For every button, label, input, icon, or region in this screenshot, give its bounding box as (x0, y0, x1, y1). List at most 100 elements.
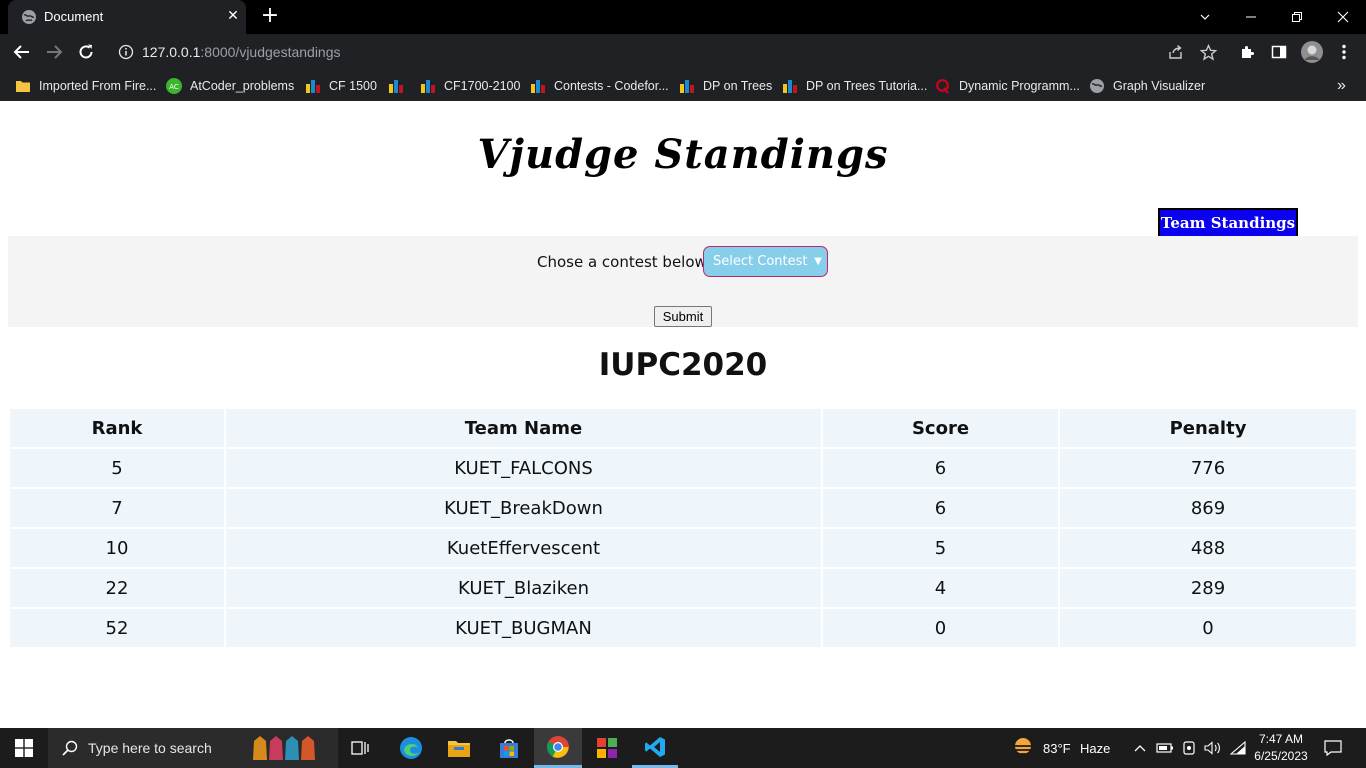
edge-icon[interactable] (388, 728, 434, 768)
bookmarks-bar: Imported From Fire... AC AtCoder_problem… (0, 70, 1366, 101)
bookmark-label: Contests - Codefor... (554, 79, 669, 93)
chevron-up-icon[interactable] (1132, 728, 1148, 768)
page-content: Vjudge Standings Team Standings Chose a … (0, 101, 1366, 728)
cell-score: 6 (823, 489, 1060, 527)
team-standings-button[interactable]: Team Standings (1158, 208, 1298, 238)
bookmark-dynamic-programming[interactable]: Dynamic Programm... (935, 76, 1080, 96)
file-explorer-icon[interactable] (436, 728, 482, 768)
table-row: 22 KUET_Blaziken 4 289 (10, 569, 1356, 609)
header-team-name: Team Name (226, 409, 823, 447)
microsoft-store-icon[interactable] (486, 728, 532, 768)
bookmark-dp-trees[interactable]: DP on Trees (679, 76, 772, 96)
clock-time: 7:47 AM (1258, 732, 1304, 746)
notifications-icon[interactable] (1320, 728, 1346, 768)
table-row: 10 KuetEffervescent 5 488 (10, 529, 1356, 569)
chrome-icon[interactable] (534, 728, 582, 768)
back-icon[interactable] (10, 40, 34, 64)
bookmark-cf-1700[interactable]: CF1700-2100 (420, 76, 520, 96)
address-bar[interactable]: 127.0.0.1:8000/vjudgestandings (108, 37, 1234, 67)
cell-rank: 22 (10, 569, 226, 607)
forward-icon[interactable] (42, 40, 66, 64)
weather-haze-icon[interactable] (1008, 728, 1038, 768)
profile-avatar[interactable] (1301, 41, 1323, 63)
browser-toolbar: 127.0.0.1:8000/vjudgestandings (0, 34, 1366, 70)
contest-title: IUPC2020 (598, 347, 768, 383)
bar-chart-icon (389, 80, 403, 93)
device-icon[interactable] (1180, 728, 1198, 768)
app-grid-icon[interactable] (584, 728, 630, 768)
bookmark-star-icon[interactable] (1198, 42, 1218, 62)
standings-table: Rank Team Name Score Penalty 5 KUET_FALC… (10, 409, 1356, 649)
windows-start-icon[interactable] (0, 728, 48, 768)
extensions-icon[interactable] (1237, 42, 1257, 62)
globe-icon (22, 10, 36, 24)
search-placeholder: Type here to search (88, 740, 212, 756)
share-icon[interactable] (1166, 42, 1186, 62)
browser-titlebar: Document ✕ + (0, 0, 1366, 34)
volume-icon[interactable] (1203, 728, 1223, 768)
bookmark-atcoder[interactable]: AC AtCoder_problems (166, 76, 294, 96)
contest-select[interactable]: Select Contest ▼ (703, 246, 828, 277)
submit-button[interactable]: Submit (654, 306, 712, 327)
bookmark-contests[interactable]: Contests - Codefor... (530, 76, 669, 96)
task-view-icon[interactable] (339, 728, 381, 768)
atcoder-icon: AC (166, 78, 182, 94)
table-row: 7 KUET_BreakDown 6 869 (10, 489, 1356, 529)
weather-desc[interactable]: Haze (1080, 728, 1110, 768)
bar-chart-icon (680, 80, 694, 93)
url-host: 127.0.0.1 (142, 44, 201, 60)
cell-score: 5 (823, 529, 1060, 567)
cell-team-name: KUET_BreakDown (226, 489, 823, 527)
new-tab-icon[interactable]: + (258, 5, 282, 29)
cell-score: 0 (823, 609, 1060, 647)
close-window-icon[interactable] (1320, 0, 1366, 34)
bar-chart-icon (421, 80, 435, 93)
bookmark-graph-visualizer[interactable]: Graph Visualizer (1089, 76, 1205, 96)
bookmark-label: CF1700-2100 (444, 79, 521, 93)
table-row: 5 KUET_FALCONS 6 776 (10, 449, 1356, 489)
vscode-icon[interactable] (632, 728, 678, 768)
search-highlight-icon (252, 736, 315, 760)
close-tab-icon[interactable]: ✕ (225, 8, 241, 24)
bookmark-label: CF 1500 (329, 79, 377, 93)
cell-team-name: KuetEffervescent (226, 529, 823, 567)
restore-icon[interactable] (1274, 0, 1320, 34)
cell-team-name: KUET_BUGMAN (226, 609, 823, 647)
battery-icon[interactable] (1155, 728, 1175, 768)
wifi-icon[interactable] (1228, 728, 1248, 768)
bookmark-imported[interactable]: Imported From Fire... (15, 76, 156, 96)
chrome-menu-icon[interactable] (1334, 42, 1354, 62)
url-text: 127.0.0.1:8000/vjudgestandings (142, 44, 341, 60)
bookmark-label: DP on Trees Tutoria... (806, 79, 928, 93)
reload-icon[interactable] (74, 40, 98, 64)
cell-team-name: KUET_Blaziken (226, 569, 823, 607)
contest-select-label: Chose a contest below (537, 253, 707, 271)
contest-form: Chose a contest below Select Contest ▼ S… (8, 236, 1358, 327)
table-header-row: Rank Team Name Score Penalty (10, 409, 1356, 449)
cell-penalty: 488 (1190, 537, 1226, 559)
cell-score: 6 (823, 449, 1060, 487)
site-info-icon[interactable] (118, 44, 134, 60)
tab-search-icon[interactable] (1182, 0, 1228, 34)
bookmark-label: DP on Trees (703, 79, 773, 93)
cell-team-name: KUET_FALCONS (226, 449, 823, 487)
cell-penalty: 869 (1190, 497, 1226, 519)
browser-tab[interactable]: Document ✕ (8, 0, 246, 34)
taskbar-clock[interactable]: 7:47 AM 6/25/2023 (1249, 731, 1313, 765)
bookmark-dp-trees-tutorial[interactable]: DP on Trees Tutoria... (782, 76, 927, 96)
cell-penalty: 289 (1190, 577, 1226, 599)
bookmark-label: Imported From Fire... (39, 79, 157, 93)
minimize-icon[interactable] (1228, 0, 1274, 34)
side-panel-icon[interactable] (1269, 42, 1289, 62)
globe-icon (1090, 79, 1104, 93)
taskbar-search-input[interactable]: Type here to search (48, 728, 338, 768)
header-penalty: Penalty (1169, 417, 1247, 439)
cell-rank: 52 (10, 609, 226, 647)
table-row: 52 KUET_BUGMAN 0 0 (10, 609, 1356, 649)
more-bookmarks-icon[interactable]: » (1337, 76, 1346, 96)
weather-temp[interactable]: 83°F (1043, 728, 1071, 768)
bookmark-cf-separator[interactable] (388, 76, 412, 96)
bookmark-cf-1500[interactable]: CF 1500 (305, 76, 377, 96)
bar-chart-icon (531, 80, 545, 93)
svg-text:AC: AC (169, 83, 179, 91)
